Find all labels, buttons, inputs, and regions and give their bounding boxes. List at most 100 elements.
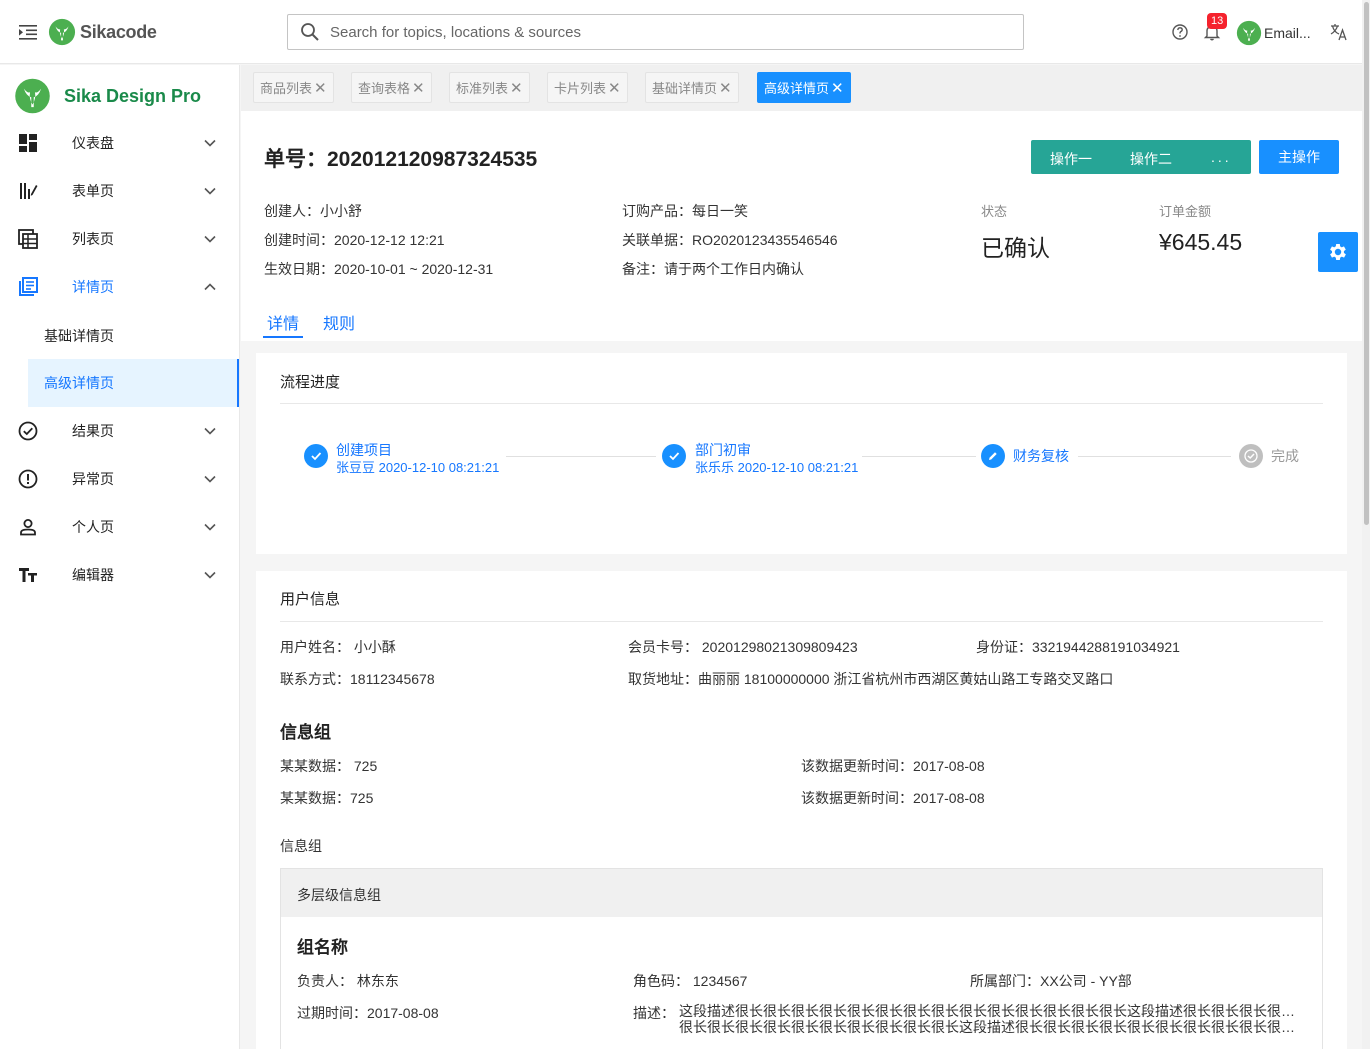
sidebar-brand[interactable]: Sika Design Pro <box>14 77 201 115</box>
sidebar-item-form[interactable]: 表单页 <box>0 167 238 215</box>
page-header: 单号：202012120987324535 操作一 操作二 ... 主操作 创建… <box>241 111 1362 341</box>
description-line: 这段描述很长很长很长很长很长很长很长很长很长很长很长很长很长很长这段描述很长很长… <box>679 1003 1299 1019</box>
sidebar-subitem-basic-detail[interactable]: 基础详情页 <box>28 312 239 360</box>
amount-value: ¥645.45 <box>1159 229 1243 255</box>
tab-standard-list[interactable]: 标准列表 ✕ <box>449 72 530 103</box>
sidebar-item-label: 异常页 <box>72 471 114 487</box>
exclamation-circle-icon <box>18 469 38 489</box>
step-wait-icon <box>1239 444 1263 468</box>
sidebar-item-result[interactable]: 结果页 <box>0 407 238 455</box>
description-label: 描述： <box>633 1005 675 1021</box>
primary-action-button[interactable]: 主操作 <box>1259 140 1339 174</box>
sidebar-logo-icon <box>15 78 50 114</box>
chevron-down-icon <box>204 235 216 243</box>
user-name: Email... <box>1264 25 1311 41</box>
sidebar-item-editor[interactable]: 编辑器 <box>0 551 238 599</box>
translate-icon[interactable] <box>1329 22 1349 42</box>
sidebar-item-label: 结果页 <box>72 423 114 439</box>
chevron-up-icon <box>204 283 216 291</box>
brand[interactable]: Sikacode <box>48 17 157 47</box>
sidebar-item-label: 列表页 <box>72 231 114 247</box>
top-header: Sikacode 13 Email... <box>0 0 1362 64</box>
tab-card-list[interactable]: 卡片列表 ✕ <box>547 72 628 103</box>
close-icon[interactable]: ✕ <box>314 79 327 97</box>
tab-detail[interactable]: 详情 <box>267 310 299 334</box>
action-button-group: 操作一 操作二 ... <box>1031 140 1251 174</box>
step-finished-icon <box>304 444 328 468</box>
user-name-field: 用户姓名： 小小酥 <box>280 639 396 655</box>
description-line: 很长很长很长很长很长很长很长很长很长很长这段描述很长很长很长很长很长很长很长很长… <box>679 1019 1299 1035</box>
info-group-heading: 信息组 <box>280 723 331 742</box>
sidebar-item-label: 表单页 <box>72 183 114 199</box>
sidebar-subitem-advanced-detail[interactable]: 高级详情页 <box>28 359 239 407</box>
owner-field: 负责人： 林东东 <box>297 973 399 989</box>
close-icon[interactable]: ✕ <box>510 79 523 97</box>
close-icon[interactable]: ✕ <box>608 79 621 97</box>
close-icon[interactable]: ✕ <box>719 79 732 97</box>
search-input[interactable] <box>330 23 970 41</box>
more-button[interactable]: ... <box>1211 149 1232 165</box>
created-at-field: 创建时间：2020-12-12 12:21 <box>264 232 445 248</box>
product-field: 订购产品：每日一笑 <box>622 203 748 219</box>
progress-title: 流程进度 <box>280 374 341 391</box>
update-time-field: 该数据更新时间：2017-08-08 <box>801 790 985 806</box>
sidebar-item-account[interactable]: 个人页 <box>0 503 238 551</box>
notification-badge: 13 <box>1207 13 1228 29</box>
data-field: 某某数据： 725 <box>280 758 378 774</box>
tab-query-table[interactable]: 查询表格 ✕ <box>351 72 432 103</box>
sidebar-item-exception[interactable]: 异常页 <box>0 455 238 503</box>
action-2-button[interactable]: 操作二 <box>1130 149 1172 169</box>
form-icon <box>20 183 38 199</box>
check-circle-icon <box>18 421 38 441</box>
progress-card: 流程进度 创建项目 张豆豆 2020-12-10 08:21:21 部门初审 张… <box>256 353 1347 554</box>
gear-icon <box>1330 244 1346 260</box>
status-value: 已确认 <box>981 235 1050 261</box>
sidebar-item-list[interactable]: 列表页 <box>0 215 238 263</box>
group-name-heading: 组名称 <box>297 938 348 957</box>
active-tab-indicator <box>263 336 303 338</box>
close-icon[interactable]: ✕ <box>831 79 844 97</box>
brand-name: Sikacode <box>80 21 157 42</box>
tab-label: 高级详情页 <box>764 81 830 96</box>
update-time-field: 该数据更新时间：2017-08-08 <box>801 758 985 774</box>
multi-level-group-title: 多层级信息组 <box>297 887 381 903</box>
sidebar-title: Sika Design Pro <box>64 85 202 106</box>
step-title: 财务复核 <box>1013 448 1069 464</box>
tab-advanced-detail[interactable]: 高级详情页 ✕ <box>757 72 851 103</box>
tab-product-list[interactable]: 商品列表 ✕ <box>253 72 334 103</box>
sidebar-item-detail[interactable]: 详情页 <box>0 263 238 311</box>
divider <box>280 621 1323 622</box>
chevron-down-icon <box>204 571 216 579</box>
settings-button[interactable] <box>1318 232 1358 272</box>
tab-label: 基础详情页 <box>652 81 718 96</box>
user-menu[interactable]: Email... <box>1236 20 1311 46</box>
address-field: 取货地址：曲丽丽 18100000000 浙江省杭州市西湖区黄姑山路工专路交叉路… <box>628 671 1114 687</box>
brand-logo-icon <box>48 18 76 46</box>
step-process-icon <box>981 444 1005 468</box>
sidebar-item-label: 仪表盘 <box>72 135 114 151</box>
sidebar: Sika Design Pro 仪表盘 表单页 列表页 详情页 基础详情页 高级… <box>0 65 240 1049</box>
scrollbar-thumb[interactable] <box>1364 2 1369 525</box>
tab-rules[interactable]: 规则 <box>323 310 355 334</box>
sidebar-item-dashboard[interactable]: 仪表盘 <box>0 119 238 167</box>
contact-field: 联系方式：18112345678 <box>280 671 435 687</box>
id-card-field: 身份证：3321944288191034921 <box>976 639 1180 655</box>
help-icon[interactable] <box>1170 22 1190 42</box>
status-label: 状态 <box>981 204 1008 219</box>
multi-level-group-card: 多层级信息组 组名称 负责人： 林东东 角色码： 1234567 所属部门：XX… <box>280 868 1323 1049</box>
step-finished-icon <box>662 444 686 468</box>
chevron-down-icon <box>204 475 216 483</box>
tab-label: 商品列表 <box>260 81 313 96</box>
action-1-button[interactable]: 操作一 <box>1050 149 1092 169</box>
menu-fold-icon[interactable] <box>18 22 38 42</box>
sidebar-item-label: 详情页 <box>72 279 114 295</box>
step-title: 完成 <box>1271 448 1299 464</box>
tab-basic-detail[interactable]: 基础详情页 ✕ <box>645 72 739 103</box>
multi-level-group-header: 多层级信息组 <box>281 869 1322 917</box>
page-title: 单号：202012120987324535 <box>264 148 538 171</box>
close-icon[interactable]: ✕ <box>412 79 425 97</box>
search-box[interactable] <box>287 14 1024 50</box>
detail-page-icon <box>19 277 38 296</box>
amount-label: 订单金额 <box>1159 204 1212 219</box>
remark-field: 备注：请于两个工作日内确认 <box>622 261 804 277</box>
